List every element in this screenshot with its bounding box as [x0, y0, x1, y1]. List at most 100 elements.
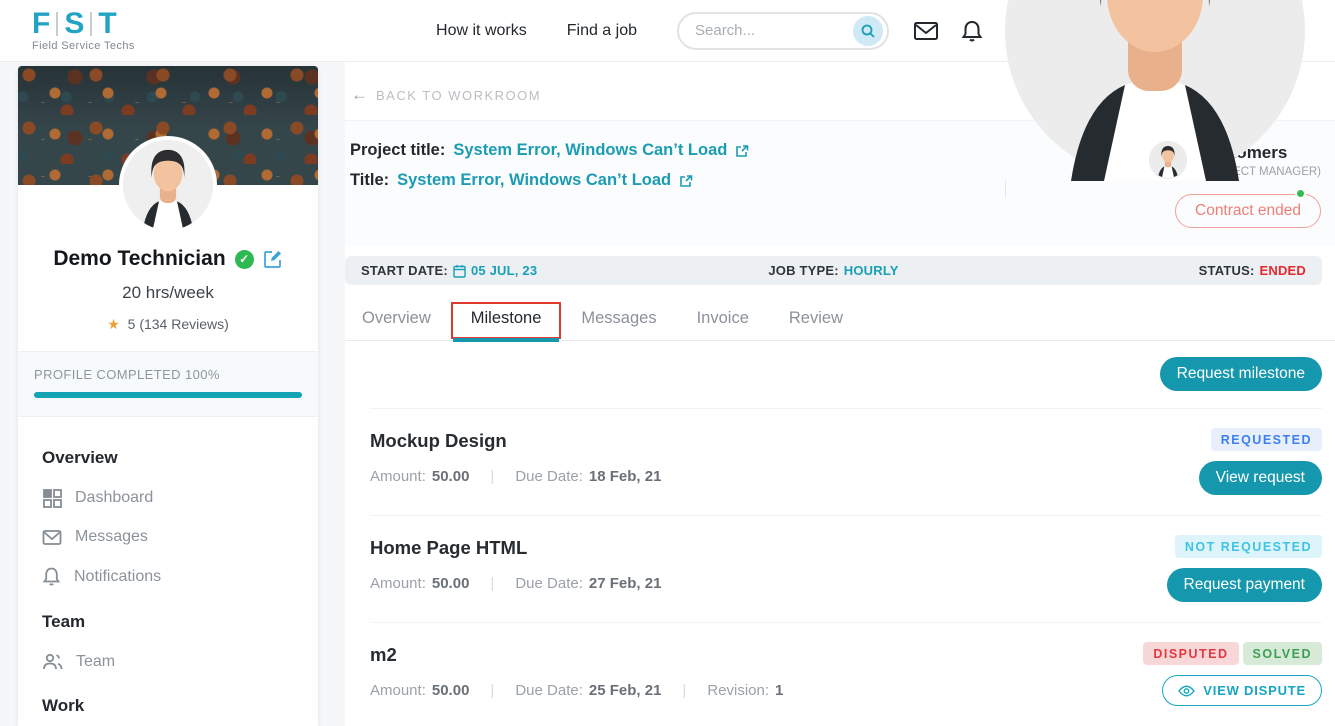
notifications-icon-button[interactable] — [961, 19, 983, 43]
top-header: F S T Field Service Techs How it works F… — [0, 0, 1335, 62]
due-date-label: Due Date: — [515, 682, 583, 699]
title-link[interactable]: System Error, Windows Can’t Load — [397, 171, 671, 190]
milestone-row: Mockup Design Amount: 50.00 | Due Date: … — [370, 409, 1322, 516]
sidebar-item-notifications[interactable]: Notifications — [42, 566, 294, 587]
status-label: STATUS: — [1199, 263, 1255, 278]
back-arrow-icon: ← — [351, 85, 368, 105]
contract-info-bar: START DATE: 05 JUL, 23 JOB TYPE: HOURLY … — [345, 256, 1322, 285]
tab-milestone-label: Milestone — [471, 309, 542, 327]
brand-logo[interactable]: F S T Field Service Techs — [32, 9, 135, 52]
sidebar-item-label: Dashboard — [75, 489, 153, 507]
request-milestone-button[interactable]: Request milestone — [1160, 357, 1322, 391]
milestone-info: Mockup Design Amount: 50.00 | Due Date: … — [370, 426, 1199, 485]
amount-value: 50.00 — [432, 575, 470, 592]
detail-separator: | — [490, 468, 494, 485]
logo-letters: F S T — [32, 9, 135, 39]
amount-label: Amount: — [370, 575, 426, 592]
amount-value: 50.00 — [432, 468, 470, 485]
milestone-row: m2 Amount: 50.00 | Due Date: 25 Feb, 21 … — [370, 623, 1322, 726]
start-date-value: 05 JUL, 23 — [471, 263, 537, 278]
title-row: Title: System Error, Windows Can’t Load — [350, 171, 749, 190]
online-status-dot — [1295, 188, 1306, 199]
tab-messages[interactable]: Messages — [561, 299, 676, 340]
due-date-value: 27 Feb, 21 — [589, 575, 662, 592]
view-dispute-button[interactable]: VIEW DISPUTE — [1162, 675, 1322, 706]
title-label: Title: — [350, 171, 389, 190]
bell-icon — [42, 566, 61, 587]
edit-profile-icon[interactable] — [263, 249, 283, 269]
logo-letter-t: T — [98, 9, 116, 39]
sidebar-item-label: Notifications — [74, 568, 161, 586]
solved-badge: SOLVED — [1243, 642, 1322, 665]
status-cell: STATUS: ENDED — [991, 263, 1306, 278]
start-date-label: START DATE: — [361, 263, 448, 278]
milestone-title: m2 — [370, 644, 1143, 666]
sidebar-item-team[interactable]: Team — [42, 652, 294, 671]
detail-separator: | — [682, 682, 686, 699]
external-link-icon[interactable] — [735, 144, 749, 158]
logo-letter-s: S — [64, 9, 84, 39]
nav-find-a-job[interactable]: Find a job — [567, 22, 637, 40]
mail-icon — [913, 20, 939, 42]
project-title-row: Project title: System Error, Windows Can… — [350, 141, 749, 160]
request-payment-button[interactable]: Request payment — [1167, 568, 1323, 602]
verified-check-icon: ✓ — [235, 250, 254, 269]
logo-divider — [90, 12, 92, 36]
sidebar-item-label: Team — [76, 653, 115, 671]
milestone-content: Request milestone Mockup Design Amount: … — [345, 341, 1335, 726]
profile-completed-section: PROFILE COMPLETED 100% — [18, 351, 318, 417]
project-title-label: Project title: — [350, 141, 445, 160]
people-icon — [42, 652, 63, 671]
status-badge: NOT REQUESTED — [1175, 535, 1322, 558]
milestone-details: Amount: 50.00 | Due Date: 18 Feb, 21 — [370, 468, 1199, 485]
view-dispute-label: VIEW DISPUTE — [1203, 683, 1306, 698]
project-titles: Project title: System Error, Windows Can… — [350, 141, 749, 190]
due-date-label: Due Date: — [515, 468, 583, 485]
eye-icon — [1178, 685, 1195, 697]
profile-progress-bar — [34, 392, 302, 398]
sidebar-item-dashboard[interactable]: Dashboard — [42, 488, 294, 508]
messages-icon-button[interactable] — [913, 20, 939, 42]
tab-review[interactable]: Review — [769, 299, 863, 340]
search-bar[interactable] — [677, 12, 889, 50]
sidebar-nav: Overview Dashboard Messages Noti — [18, 417, 318, 716]
workroom-tabs: Overview Milestone Messages Invoice Revi… — [345, 299, 1335, 341]
badge-group: DISPUTED SOLVED — [1143, 642, 1322, 665]
status-value: ENDED — [1259, 263, 1306, 278]
milestone-details: Amount: 50.00 | Due Date: 25 Feb, 21 | R… — [370, 682, 1143, 699]
job-type-label: JOB TYPE: — [768, 263, 838, 278]
status-badge: REQUESTED — [1211, 428, 1322, 451]
tab-invoice[interactable]: Invoice — [677, 299, 769, 340]
bell-icon — [961, 19, 983, 43]
dashboard-grid-icon — [42, 488, 62, 508]
profile-avatar — [119, 136, 217, 234]
due-date-label: Due Date: — [515, 575, 583, 592]
search-input[interactable] — [695, 22, 853, 39]
milestone-actions: REQUESTED View request — [1199, 426, 1322, 495]
nav-heading-work: Work — [42, 696, 294, 716]
tab-milestone[interactable]: Milestone — [451, 299, 562, 340]
person-avatar-icon — [123, 140, 213, 230]
detail-separator: | — [490, 682, 494, 699]
sidebar-item-label: Messages — [75, 528, 148, 546]
hours-per-week: 20 hrs/week — [18, 283, 318, 303]
logo-divider — [56, 12, 58, 36]
project-title-link[interactable]: System Error, Windows Can’t Load — [453, 141, 727, 160]
mail-icon — [42, 529, 62, 546]
nav-how-it-works[interactable]: How it works — [436, 22, 527, 40]
profile-sidebar: Demo Technician ✓ 20 hrs/week ★ 5 (134 R… — [18, 66, 318, 726]
sidebar-item-messages[interactable]: Messages — [42, 528, 294, 546]
milestone-title: Mockup Design — [370, 430, 1199, 452]
contract-ended-button[interactable]: Contract ended — [1175, 194, 1321, 228]
due-date-value: 25 Feb, 21 — [589, 682, 662, 699]
milestone-actions: DISPUTED SOLVED VIEW DISPUTE — [1143, 640, 1322, 706]
amount-value: 50.00 — [432, 682, 470, 699]
view-request-button[interactable]: View request — [1199, 461, 1322, 495]
tab-overview[interactable]: Overview — [345, 299, 451, 340]
milestone-info: Home Page HTML Amount: 50.00 | Due Date:… — [370, 533, 1167, 592]
milestone-actions: NOT REQUESTED Request payment — [1167, 533, 1323, 602]
external-link-icon[interactable] — [679, 174, 693, 188]
star-icon: ★ — [107, 316, 120, 332]
active-tab-underline — [453, 338, 560, 342]
search-button[interactable] — [853, 16, 883, 46]
